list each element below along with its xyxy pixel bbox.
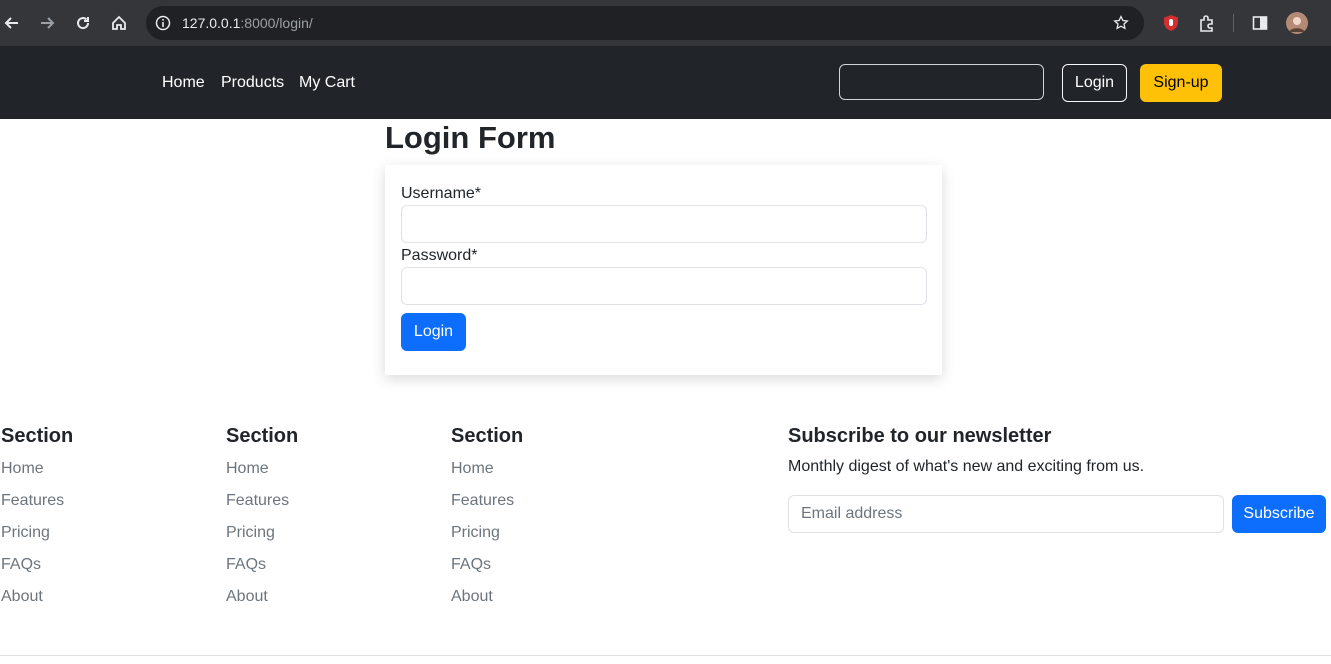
login-card: Username* Password* Login bbox=[385, 165, 942, 375]
footer-link-about[interactable]: About bbox=[226, 586, 298, 608]
footer-divider bbox=[0, 655, 1331, 656]
star-icon[interactable] bbox=[1110, 12, 1132, 34]
footer-link-faqs[interactable]: FAQs bbox=[1, 554, 73, 576]
extensions-icon[interactable] bbox=[1195, 11, 1219, 35]
nav-link-my-cart[interactable]: My Cart bbox=[299, 74, 355, 92]
nav-link-products[interactable]: Products bbox=[221, 74, 284, 92]
footer-column-heading: Section bbox=[1, 425, 74, 447]
nav-link-home[interactable]: Home bbox=[162, 74, 205, 92]
email-placeholder: Email address bbox=[801, 505, 903, 522]
info-icon[interactable] bbox=[152, 12, 174, 34]
reload-icon[interactable] bbox=[71, 11, 95, 35]
username-field[interactable] bbox=[401, 205, 927, 243]
footer-column-heading: Section bbox=[226, 425, 299, 447]
password-field[interactable] bbox=[401, 267, 927, 305]
footer-link-features[interactable]: Features bbox=[451, 490, 523, 512]
footer-link-home[interactable]: Home bbox=[1, 458, 73, 480]
back-arrow-icon[interactable] bbox=[0, 11, 24, 35]
footer-link-pricing[interactable]: Pricing bbox=[226, 522, 298, 544]
footer-column-2: Section Home Features Pricing FAQs About bbox=[226, 425, 298, 608]
nav-login-button[interactable]: Login bbox=[1062, 64, 1127, 102]
footer-column-3: Section Home Features Pricing FAQs About bbox=[451, 425, 523, 608]
footer-link-about[interactable]: About bbox=[451, 586, 523, 608]
newsletter-section: Subscribe to our newsletter Monthly dige… bbox=[788, 425, 1328, 533]
nav-signup-button[interactable]: Sign-up bbox=[1140, 64, 1222, 102]
url-text: 127.0.0.1:8000/login/ bbox=[182, 15, 313, 31]
forward-arrow-icon[interactable] bbox=[35, 11, 59, 35]
footer-link-faqs[interactable]: FAQs bbox=[226, 554, 298, 576]
nav-search-input[interactable] bbox=[839, 64, 1044, 100]
newsletter-email-input[interactable]: Email address bbox=[788, 495, 1224, 533]
newsletter-heading: Subscribe to our newsletter bbox=[788, 425, 1052, 447]
footer-link-features[interactable]: Features bbox=[226, 490, 298, 512]
footer-link-about[interactable]: About bbox=[1, 586, 73, 608]
page-title: Login Form bbox=[385, 120, 556, 155]
password-label: Password* bbox=[401, 247, 478, 264]
footer-column-1: Section Home Features Pricing FAQs About bbox=[1, 425, 73, 608]
newsletter-description: Monthly digest of what's new and excitin… bbox=[788, 458, 1145, 475]
footer-link-pricing[interactable]: Pricing bbox=[451, 522, 523, 544]
footer-column-heading: Section bbox=[451, 425, 524, 447]
ublock-icon[interactable] bbox=[1159, 11, 1183, 35]
footer-link-home[interactable]: Home bbox=[226, 458, 298, 480]
footer-link-pricing[interactable]: Pricing bbox=[1, 522, 73, 544]
browser-toolbar: 127.0.0.1:8000/login/ bbox=[0, 0, 1331, 46]
username-label: Username* bbox=[401, 185, 482, 202]
subscribe-button[interactable]: Subscribe bbox=[1232, 495, 1326, 533]
sidepanel-icon[interactable] bbox=[1248, 11, 1272, 35]
toolbar-divider bbox=[1233, 14, 1234, 32]
footer-link-features[interactable]: Features bbox=[1, 490, 73, 512]
footer-link-home[interactable]: Home bbox=[451, 458, 523, 480]
address-bar[interactable]: 127.0.0.1:8000/login/ bbox=[146, 6, 1144, 40]
login-submit-button[interactable]: Login bbox=[401, 313, 466, 351]
site-navbar: Home Products My Cart Login Sign-up bbox=[0, 46, 1331, 119]
url-host: 127.0.0.1 bbox=[182, 15, 241, 31]
url-path: :8000/login/ bbox=[240, 15, 313, 31]
footer-link-faqs[interactable]: FAQs bbox=[451, 554, 523, 576]
profile-avatar[interactable] bbox=[1286, 12, 1308, 34]
home-icon[interactable] bbox=[107, 11, 131, 35]
